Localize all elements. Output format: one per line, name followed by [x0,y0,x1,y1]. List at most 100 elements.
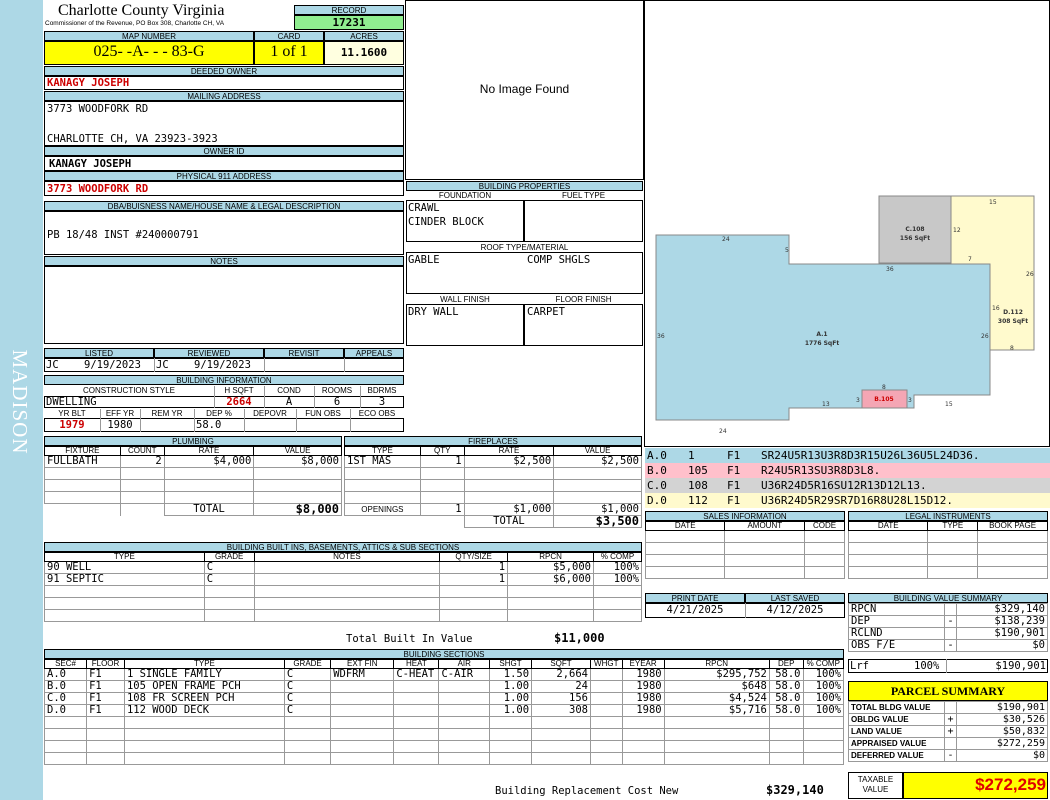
floor-finish: CARPET [527,306,565,318]
legend-floor: F1 [727,449,741,462]
building-info-label: BUILDING INFORMATION [44,375,404,385]
sketch-dim: 26 [1026,271,1034,278]
sec-h: EXT FIN [330,659,395,669]
fireplace-value: $2,500 [553,455,642,468]
physical-address: 3773 WOODFORK RD [47,183,149,195]
builtin-type: 90 WELL [44,561,205,574]
plumbing-h-value: VALUE [253,446,342,456]
ps-value: $272,259 [956,737,1048,750]
fuel-box [524,200,643,242]
yrblt-value: 1979 [59,419,85,431]
sales-h-code: CODE [804,521,845,531]
plumbing-total-label: TOTAL [163,503,255,516]
builtin-qty: 1 [439,573,509,586]
sales-h-date: DATE [644,521,726,531]
plumbing-fixture: FULLBATH [44,455,121,468]
sec-h: EYEAR [621,659,665,669]
parcel-summary-title: PARCEL SUMMARY [890,684,1006,698]
sketch-dim: 24 [719,428,727,435]
vs-label: RCLND [848,627,945,640]
hsqft-value: 2664 [226,396,252,408]
card-label: CARD [254,31,324,41]
plumbing-value: $8,000 [253,455,342,468]
county-address: Commissioner of the Revenue, PO Box 308,… [45,20,225,27]
vs-value: $138,239 [956,615,1048,628]
sec-h: SQFT [531,659,591,669]
sketch-dim: 15 [945,401,953,408]
rooms-label: ROOMS [321,386,353,395]
cond-label: COND [277,386,301,395]
record-value: 17231 [332,16,366,29]
legal-label: LEGAL INSTRUMENTS [848,511,1048,521]
notes-label: NOTES [44,256,404,266]
builtin-rpcn: $6,000 [507,573,594,586]
plumbing-h-fixture: FIXTURE [44,446,121,456]
value-summary-label: BUILDING VALUE SUMMARY [848,593,1048,603]
builtin-grade: C [203,561,255,574]
wall-finish: DRY WALL [408,306,459,318]
construction-style: DWELLING [46,396,97,408]
print-date: 4/21/2025 [666,604,724,616]
sales-info-label: SALES INFORMATION [645,511,845,521]
sketch-sqft-c: 156 SqFt [900,235,930,242]
sales-table: DATE AMOUNT CODE [644,521,845,579]
sketch-label-b: B.105 [874,396,893,403]
plumbing-table: FIXTURE COUNT RATE VALUE FULLBATH 2 $4,000 $8,… [44,446,342,516]
no-image-text: No Image Found [479,82,570,96]
legend-desc: U36R24D5R16SU12R13D12L13. [761,479,927,492]
sec-h: SEC# [43,659,88,669]
legend-sec: D.0 [647,494,667,507]
legend-sec: A.0 [647,449,667,462]
ecoobs-label: ECO OBS [358,409,396,418]
reviewed-label: REVIEWED [154,348,264,358]
builtins-h-comp: % COMP [592,552,643,562]
ps-value: $30,526 [956,713,1048,726]
vs-value: $190,901 [956,627,1048,640]
acres-value: 11.1600 [340,46,388,59]
builtins-label: BUILDING BUILT INS, BASEMENTS, ATTICS & … [44,542,642,552]
fireplace-h-qty: QTY [419,446,465,456]
listed-date: 9/19/2023 [84,359,141,371]
builtin-qty: 1 [439,561,509,574]
effyr-label: EFF YR [105,409,135,418]
sec-h: WHGT [589,659,623,669]
plumbing-h-rate: RATE [163,446,255,456]
mailing-line2: CHARLOTTE CH, VA 23923-3923 [47,133,218,145]
vs-label: OBS F/E [848,639,945,652]
builtins-h-qty: QTY/SIZE [439,552,509,562]
dba-value: PB 18/48 INST #240000791 [47,229,199,241]
bdrms-label: BDRMS [367,386,397,395]
ps-label: APPRAISED VALUE [848,737,945,750]
ps-sign: - [944,749,957,762]
parcel-summary-table: TOTAL BLDG VALUE $190,901 OBLDG VALUE + $30… [848,701,1048,762]
reviewed-by: JC [156,359,169,371]
legend-desc: U36R24D5R29SR7D16R8U28L15D12. [761,494,954,507]
sketch-dim: 36 [886,266,894,273]
fireplace-h-type: TYPE [344,446,421,456]
fireplace-qty: 1 [419,455,465,468]
fireplace-h-rate: RATE [463,446,555,456]
owner-id: KANAGY JOSEPH [49,158,132,170]
building-properties-label: BUILDING PROPERTIES [406,181,643,191]
legal-h-bookpage: BOOK PAGE [977,521,1048,531]
ps-label: LAND VALUE [848,725,945,738]
legend-floor: F1 [727,464,741,477]
fireplace-h-value: VALUE [553,446,642,456]
legend-sec: B.0 [647,464,667,477]
district-label: MADISON [8,349,32,455]
roof-label: ROOF TYPE/MATERIAL [480,243,569,252]
cond-value: A [285,396,293,408]
owner-id-label: OWNER ID [44,146,404,156]
vs-lrf-value: $190,901 [995,660,1046,672]
ps-value: $0 [956,749,1048,762]
remyr-label: REM YR [151,409,183,418]
legend-num: 1 [688,449,695,462]
sketch-dim: 15 [989,199,997,206]
vs-value: $0 [956,639,1048,652]
sales-h-amount: AMOUNT [724,521,806,531]
deeded-owner-label: DEEDED OWNER [44,66,404,76]
dep-value: 58.0 [196,419,222,431]
record-label: RECORD [294,5,404,15]
hsqft-label: H SQFT [224,386,254,395]
roof-type: GABLE [408,254,440,266]
